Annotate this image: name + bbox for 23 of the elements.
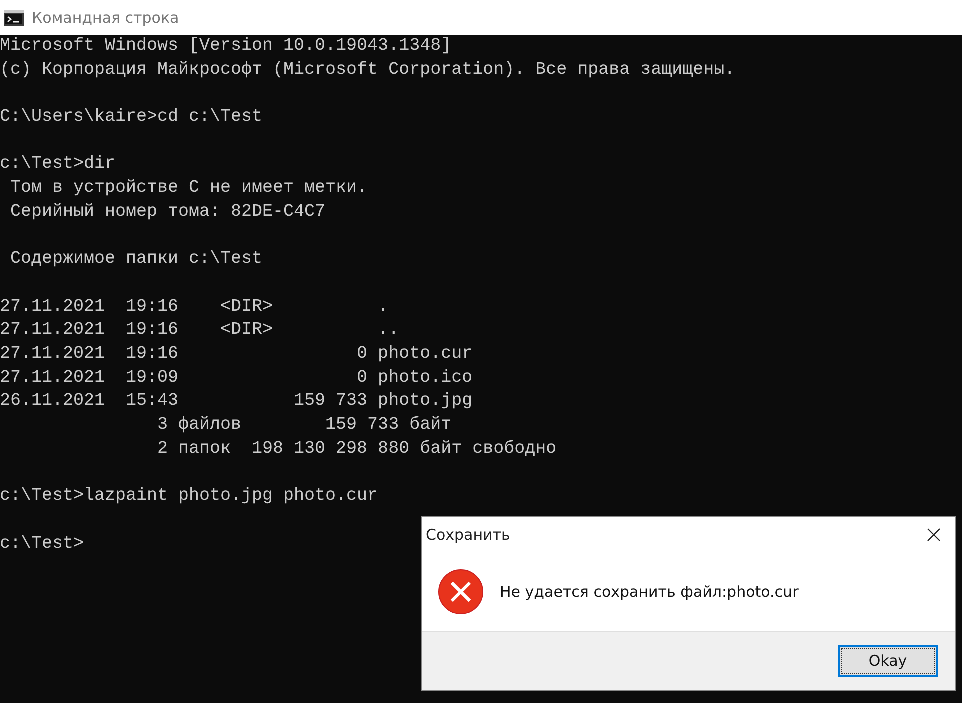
console-line: c:\Test>lazpaint photo.jpg photo.cur [0, 485, 378, 508]
console-line: 26.11.2021 15:43 159 733 photo.jpg [0, 390, 473, 414]
console-line: (c) Корпорация Майкрософт (Microsoft Corporation). Все права защищены. [0, 58, 736, 82]
console-line: 27.11.2021 19:16 0 photo.cur [0, 343, 473, 366]
close-icon[interactable] [927, 528, 941, 542]
error-icon [438, 569, 484, 615]
console-line: Microsoft Windows [Version 10.0.19043.1348] [0, 35, 452, 58]
console-line: Содержимое папки c:\Test [10, 248, 263, 272]
console-line: Том в устройстве C не имеет метки. [10, 177, 368, 200]
console-line: 27.11.2021 19:16 <DIR> . [0, 296, 389, 319]
console-line: c:\Test>dir [0, 153, 116, 176]
console-line: 2 папок 198 130 298 880 байт свободно [156, 438, 557, 461]
console-line: c:\Test> [0, 532, 84, 556]
console-line: Серийный номер тома: 82DE-C4C7 [10, 200, 326, 224]
console-line: C:\Users\kaire>cd c:\Test [0, 106, 263, 130]
console-line: 27.11.2021 19:09 0 photo.ico [0, 366, 473, 390]
console-line: 27.11.2021 19:16 <DIR> .. [0, 319, 400, 342]
dialog-message: Не удается сохранить файл:photo.cur [500, 583, 799, 601]
dialog-title: Сохранить [426, 526, 510, 544]
console-line: 3 файлов 159 733 байт [156, 414, 452, 438]
window-title: Командная строка [32, 8, 180, 26]
console-icon [4, 10, 24, 26]
okay-button[interactable]: Okay [838, 645, 938, 677]
